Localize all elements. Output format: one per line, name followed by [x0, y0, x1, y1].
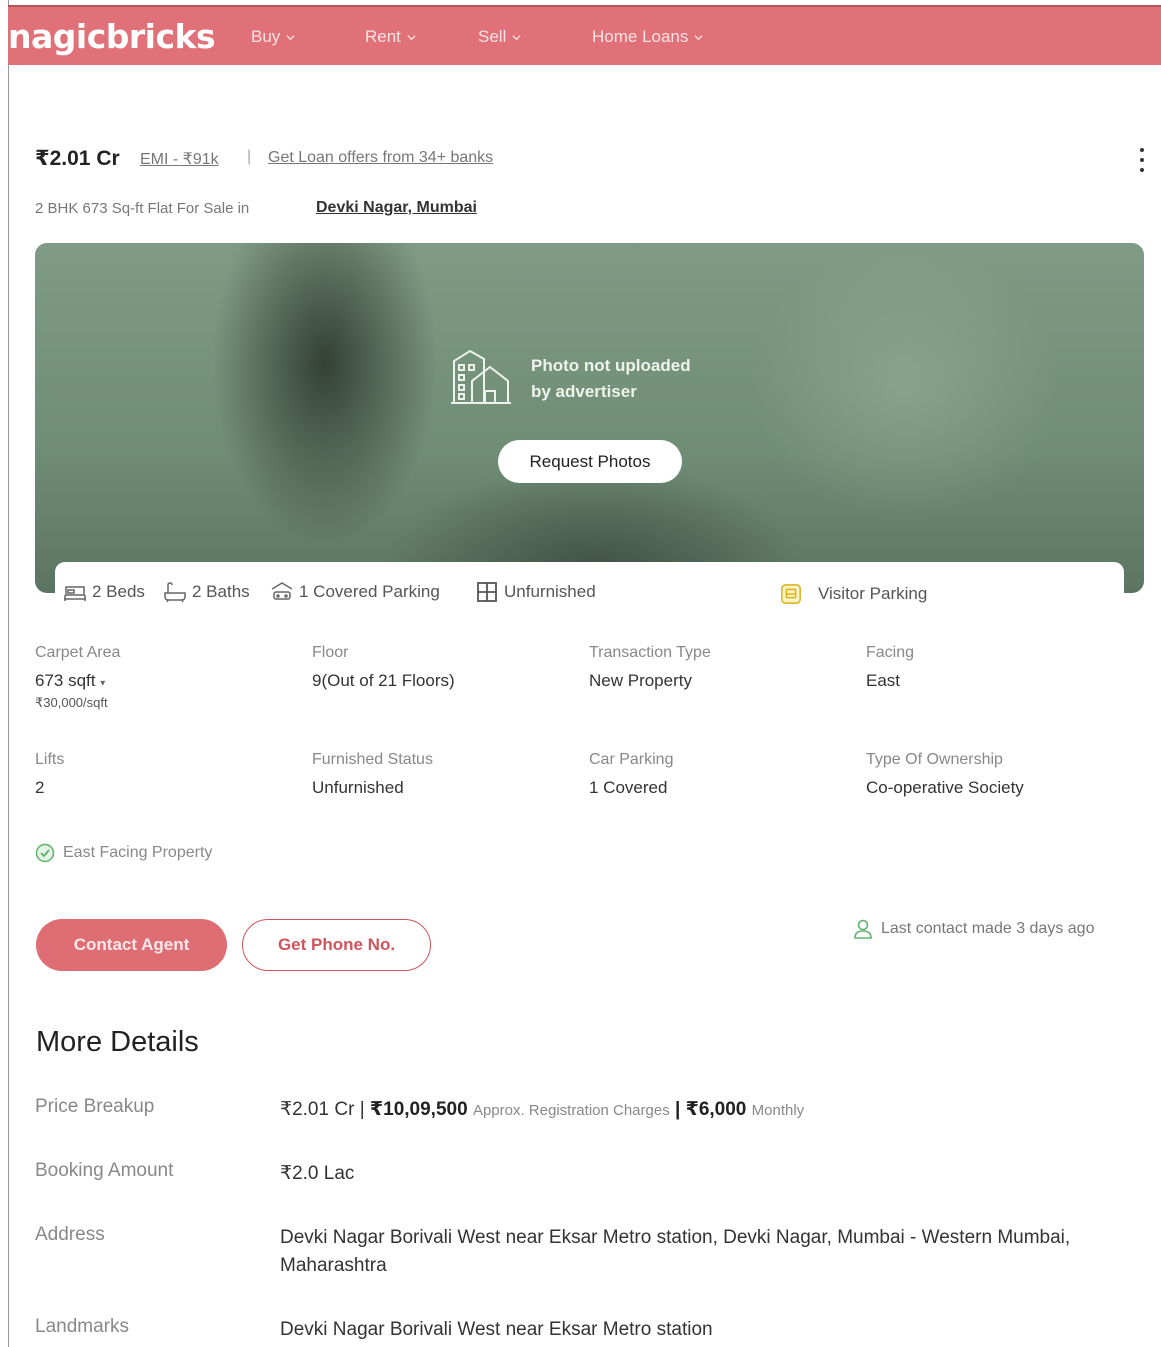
amenity-beds: 2 Beds [63, 581, 145, 603]
amenity-furnishing: Unfurnished [475, 581, 596, 603]
request-photos-button[interactable]: Request Photos [498, 440, 682, 483]
monthly-amount: ₹6,000 [685, 1099, 747, 1120]
photo-not-uploaded-message: Photo not uploaded by advertiser [531, 353, 751, 405]
spec-label: Type Of Ownership [866, 751, 1003, 768]
photo-message-line2: by advertiser [531, 382, 637, 401]
spec-label: Lifts [35, 751, 65, 768]
contact-agent-button[interactable]: Contact Agent [36, 919, 227, 971]
carpet-area-value: 673 sqft [35, 671, 96, 690]
price-breakup-value: ₹2.01 Cr | ₹10,09,500 Approx. Registrati… [280, 1096, 1100, 1125]
spec-value: Co-operative Society [866, 778, 1024, 797]
address-value: Devki Nagar Borivali West near Eksar Met… [280, 1227, 1071, 1276]
amenity-parking-label: 1 Covered Parking [299, 582, 440, 601]
spec-floor: Floor 9(Out of 21 Floors) [312, 644, 455, 691]
spec-carpet-area: Carpet Area 673 sqft ▾ ₹30,000/sqft [35, 644, 120, 711]
spec-label: Furnished Status [312, 751, 433, 768]
amenity-baths: 2 Baths [163, 581, 250, 603]
spec-label: Car Parking [589, 751, 674, 768]
detail-label: Landmarks [35, 1316, 129, 1337]
nav-home-loans[interactable]: Home Loans [592, 27, 703, 47]
spec-value: New Property [589, 671, 692, 690]
chevron-down-icon [694, 34, 703, 40]
spec-lifts: Lifts 2 [35, 751, 64, 798]
divider: | [359, 1099, 365, 1120]
more-details-title: More Details [36, 1026, 199, 1058]
detail-label: Booking Amount [35, 1160, 174, 1181]
bed-icon [64, 586, 86, 601]
spec-value: 2 [35, 778, 45, 797]
get-phone-button[interactable]: Get Phone No. [242, 919, 431, 971]
breakup-price: ₹2.01 Cr [280, 1099, 355, 1120]
nav-sell[interactable]: Sell [478, 27, 521, 47]
amenity-parking: 1 Covered Parking [270, 581, 440, 603]
spec-value: 1 Covered [589, 778, 668, 797]
divider: | [247, 148, 252, 165]
last-contact-info: Last contact made 3 days ago [853, 918, 1094, 940]
spec-value: 9(Out of 21 Floors) [312, 671, 455, 690]
listing-price: ₹2.01 Cr [35, 147, 120, 170]
price-per-sqft: ₹30,000/sqft [35, 695, 108, 710]
spec-car-parking: Car Parking 1 Covered [589, 751, 673, 798]
east-facing-badge: East Facing Property [35, 843, 212, 863]
booking-amount-value: ₹2.0 Lac [280, 1163, 355, 1184]
nav-home-loans-label: Home Loans [592, 27, 689, 46]
loan-offers-link[interactable]: Get Loan offers from 34+ banks [268, 149, 493, 167]
spec-ownership: Type Of Ownership Co-operative Society [866, 751, 1024, 798]
spec-label: Transaction Type [589, 644, 711, 661]
window-icon [477, 582, 497, 602]
nav-buy[interactable]: Buy [251, 27, 295, 47]
nav-rent[interactable]: Rent [365, 27, 416, 47]
amenity-baths-label: 2 Baths [192, 582, 250, 601]
nav-rent-label: Rent [365, 27, 401, 46]
spec-value: Unfurnished [312, 778, 404, 797]
photo-message-line1: Photo not uploaded [531, 356, 691, 375]
amenity-beds-label: 2 Beds [92, 582, 145, 601]
property-photo-placeholder: Photo not uploaded by advertiser Request… [35, 243, 1144, 593]
divider: | [674, 1099, 681, 1120]
amenity-visitor-parking-label: Visitor Parking [818, 584, 928, 603]
spec-label: Floor [312, 644, 349, 661]
locality-link[interactable]: Devki Nagar, Mumbai [316, 199, 477, 217]
bath-icon [164, 582, 186, 603]
user-icon [854, 919, 872, 939]
last-contact-label: Last contact made 3 days ago [881, 920, 1095, 937]
car-icon [271, 582, 293, 600]
landmarks-value: Devki Nagar Borivali West near Eksar Met… [280, 1319, 713, 1340]
chevron-down-icon [512, 34, 521, 40]
brand-logo[interactable]: nagicbricks [8, 17, 216, 56]
nav-sell-label: Sell [478, 27, 507, 46]
chevron-down-icon [407, 34, 416, 40]
spec-furnished: Furnished Status Unfurnished [312, 751, 433, 798]
monthly-note: Monthly [751, 1102, 805, 1119]
check-circle-icon [35, 843, 55, 863]
top-navigation: nagicbricks Buy Rent Sell Home Loans [8, 5, 1161, 65]
caret-down-icon: ▾ [100, 678, 106, 689]
detail-label: Address [35, 1224, 105, 1245]
spec-label: Facing [866, 644, 915, 661]
parking-icon [781, 584, 801, 604]
building-icon [451, 349, 511, 404]
registration-note: Approx. Registration Charges [472, 1102, 670, 1119]
amenity-furnishing-label: Unfurnished [504, 582, 596, 601]
detail-label: Price Breakup [35, 1096, 155, 1117]
spec-value[interactable]: 673 sqft ▾ [35, 671, 120, 691]
amenities-strip: 2 Beds 2 Baths 1 Covered Parking Unfurni… [55, 562, 1124, 614]
registration-amount: ₹10,09,500 [369, 1099, 468, 1120]
more-options-icon[interactable] [1132, 145, 1152, 175]
spec-facing: Facing East [866, 644, 914, 691]
spec-value: East [866, 671, 901, 690]
chevron-down-icon [286, 34, 295, 40]
spec-label: Carpet Area [35, 644, 121, 661]
spec-transaction: Transaction Type New Property [589, 644, 711, 691]
nav-buy-label: Buy [251, 27, 281, 46]
listing-subtitle-text: 2 BHK 673 Sq-ft Flat For Sale in [35, 200, 250, 217]
emi-link[interactable]: EMI - ₹91k [140, 149, 219, 169]
listing-subtitle: 2 BHK 673 Sq-ft Flat For Sale in Devki N… [35, 199, 477, 217]
amenity-visitor-parking: Visitor Parking [779, 583, 927, 605]
east-facing-label: East Facing Property [63, 844, 213, 861]
